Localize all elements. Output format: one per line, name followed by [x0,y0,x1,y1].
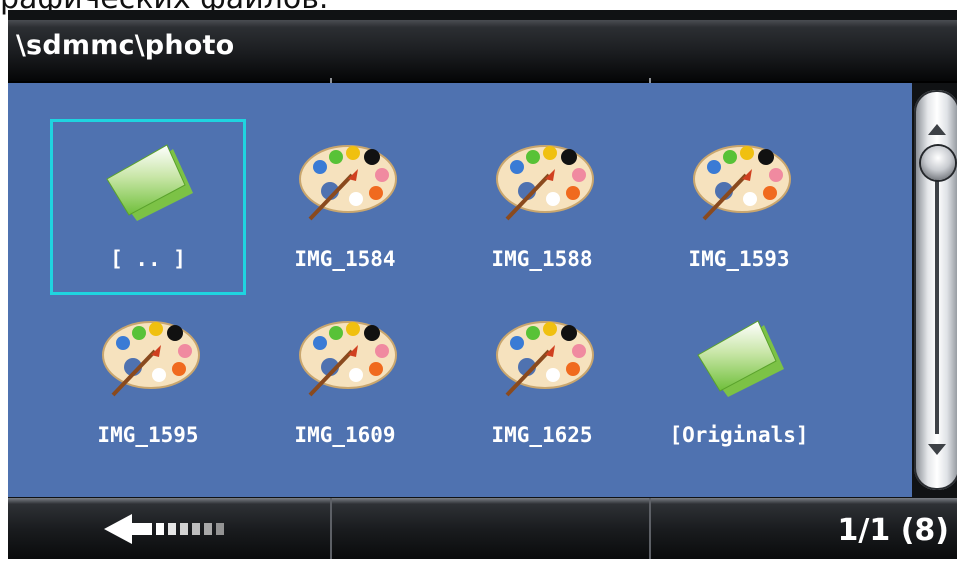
toolbar-divider [330,498,332,559]
file-label: IMG_1593 [688,247,790,271]
folder-icon [106,144,193,221]
file-tile[interactable]: IMG_1625 [444,295,640,471]
title-bar: \sdmmc\photo [8,20,957,86]
file-label: IMG_1625 [491,423,593,447]
file-tile[interactable]: IMG_1584 [247,119,443,295]
palette-icon [496,321,594,397]
palette-icon [496,145,594,221]
file-grid: [ .. ] IMG_1584 IMG_1588 IMG_1593 IMG_15… [8,83,912,497]
page-counter: 1/1 (8) [837,513,949,548]
file-tile[interactable]: IMG_1593 [641,119,837,295]
file-label: IMG_1595 [97,423,199,447]
scroll-thumb[interactable] [921,146,955,180]
scroll-track[interactable] [935,152,939,434]
file-label: IMG_1609 [294,423,396,447]
vertical-scrollbar[interactable] [914,90,957,490]
palette-icon [299,145,397,221]
file-label: [ .. ] [110,247,186,271]
back-button[interactable] [8,498,330,559]
toolbar-divider [649,498,651,559]
scroll-down-icon[interactable] [928,444,946,455]
file-tile[interactable]: [Originals] [641,295,837,471]
file-label: IMG_1588 [491,247,593,271]
file-tile[interactable]: IMG_1609 [247,295,443,471]
palette-icon [102,321,200,397]
folder-icon [697,320,784,397]
file-tile[interactable]: IMG_1588 [444,119,640,295]
palette-icon [693,145,791,221]
bottom-toolbar: 1/1 (8) [8,498,957,559]
current-path: \sdmmc\photo [16,30,235,61]
file-browser: \sdmmc\photo [ .. ] IMG_1584 IMG_1588 IM… [8,10,957,559]
scroll-up-icon[interactable] [928,124,946,135]
file-tile-parent[interactable]: [ .. ] [50,119,246,295]
palette-icon [299,321,397,397]
file-label: IMG_1584 [294,247,396,271]
file-label: [Originals] [669,423,809,447]
back-arrow-icon [104,514,224,544]
file-tile[interactable]: IMG_1595 [50,295,246,471]
